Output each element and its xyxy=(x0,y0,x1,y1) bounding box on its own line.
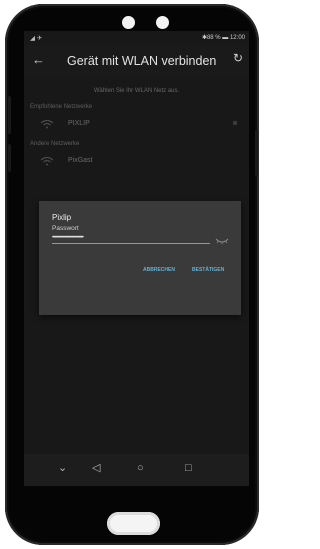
power-button xyxy=(255,130,258,176)
network-item-pixlip[interactable]: PIXLIP xyxy=(24,110,249,138)
wifi-icon xyxy=(40,156,54,166)
signal-icon: ◢ ✈ xyxy=(30,35,43,42)
recents-square-icon[interactable]: □ xyxy=(185,463,192,474)
eye-icon[interactable] xyxy=(215,237,229,245)
confirm-button[interactable]: BESTÄTIGEN xyxy=(192,267,224,273)
password-dialog: Pixlip Passwort ••••••••••••••••••••••••… xyxy=(39,201,241,315)
dialog-title: Pixlip xyxy=(52,213,72,222)
home-button[interactable] xyxy=(107,512,160,535)
front-camera xyxy=(122,16,135,29)
refresh-icon[interactable]: ↻ xyxy=(233,52,243,64)
password-underline xyxy=(52,243,210,244)
volume-up-button xyxy=(8,96,11,134)
status-bar: ◢ ✈ ✱88 % ▬ 12:00 xyxy=(24,31,249,45)
status-right: ✱88 % ▬ 12:00 xyxy=(201,35,245,41)
back-arrow-icon[interactable]: ← xyxy=(32,53,45,66)
volume-down-button xyxy=(8,144,11,172)
network-name: PIXLIP xyxy=(68,120,90,127)
instruction-text: Wählen Sie Ihr WLAN Netz aus. xyxy=(93,88,180,94)
home-circle-icon[interactable]: ○ xyxy=(137,463,144,474)
network-item-pixgast[interactable]: PixGast xyxy=(24,147,249,175)
password-field[interactable]: •••••••••••••••••••••••••••• xyxy=(52,235,84,241)
app-bar: ← Gerät mit WLAN verbinden ↻ xyxy=(24,45,249,77)
network-name: PixGast xyxy=(68,157,93,164)
dialog-subtitle: Passwort xyxy=(52,225,79,232)
page-title: Gerät mit WLAN verbinden xyxy=(67,54,217,68)
wifi-icon xyxy=(40,119,54,129)
cancel-button[interactable]: ABBRECHEN xyxy=(143,267,175,273)
chevron-down-icon[interactable]: ⌄ xyxy=(58,463,67,474)
navigation-bar: ⌄ ◁ ○ □ xyxy=(24,454,249,486)
front-sensor xyxy=(156,16,169,29)
lock-icon xyxy=(233,121,237,125)
back-triangle-icon[interactable]: ◁ xyxy=(92,463,100,474)
